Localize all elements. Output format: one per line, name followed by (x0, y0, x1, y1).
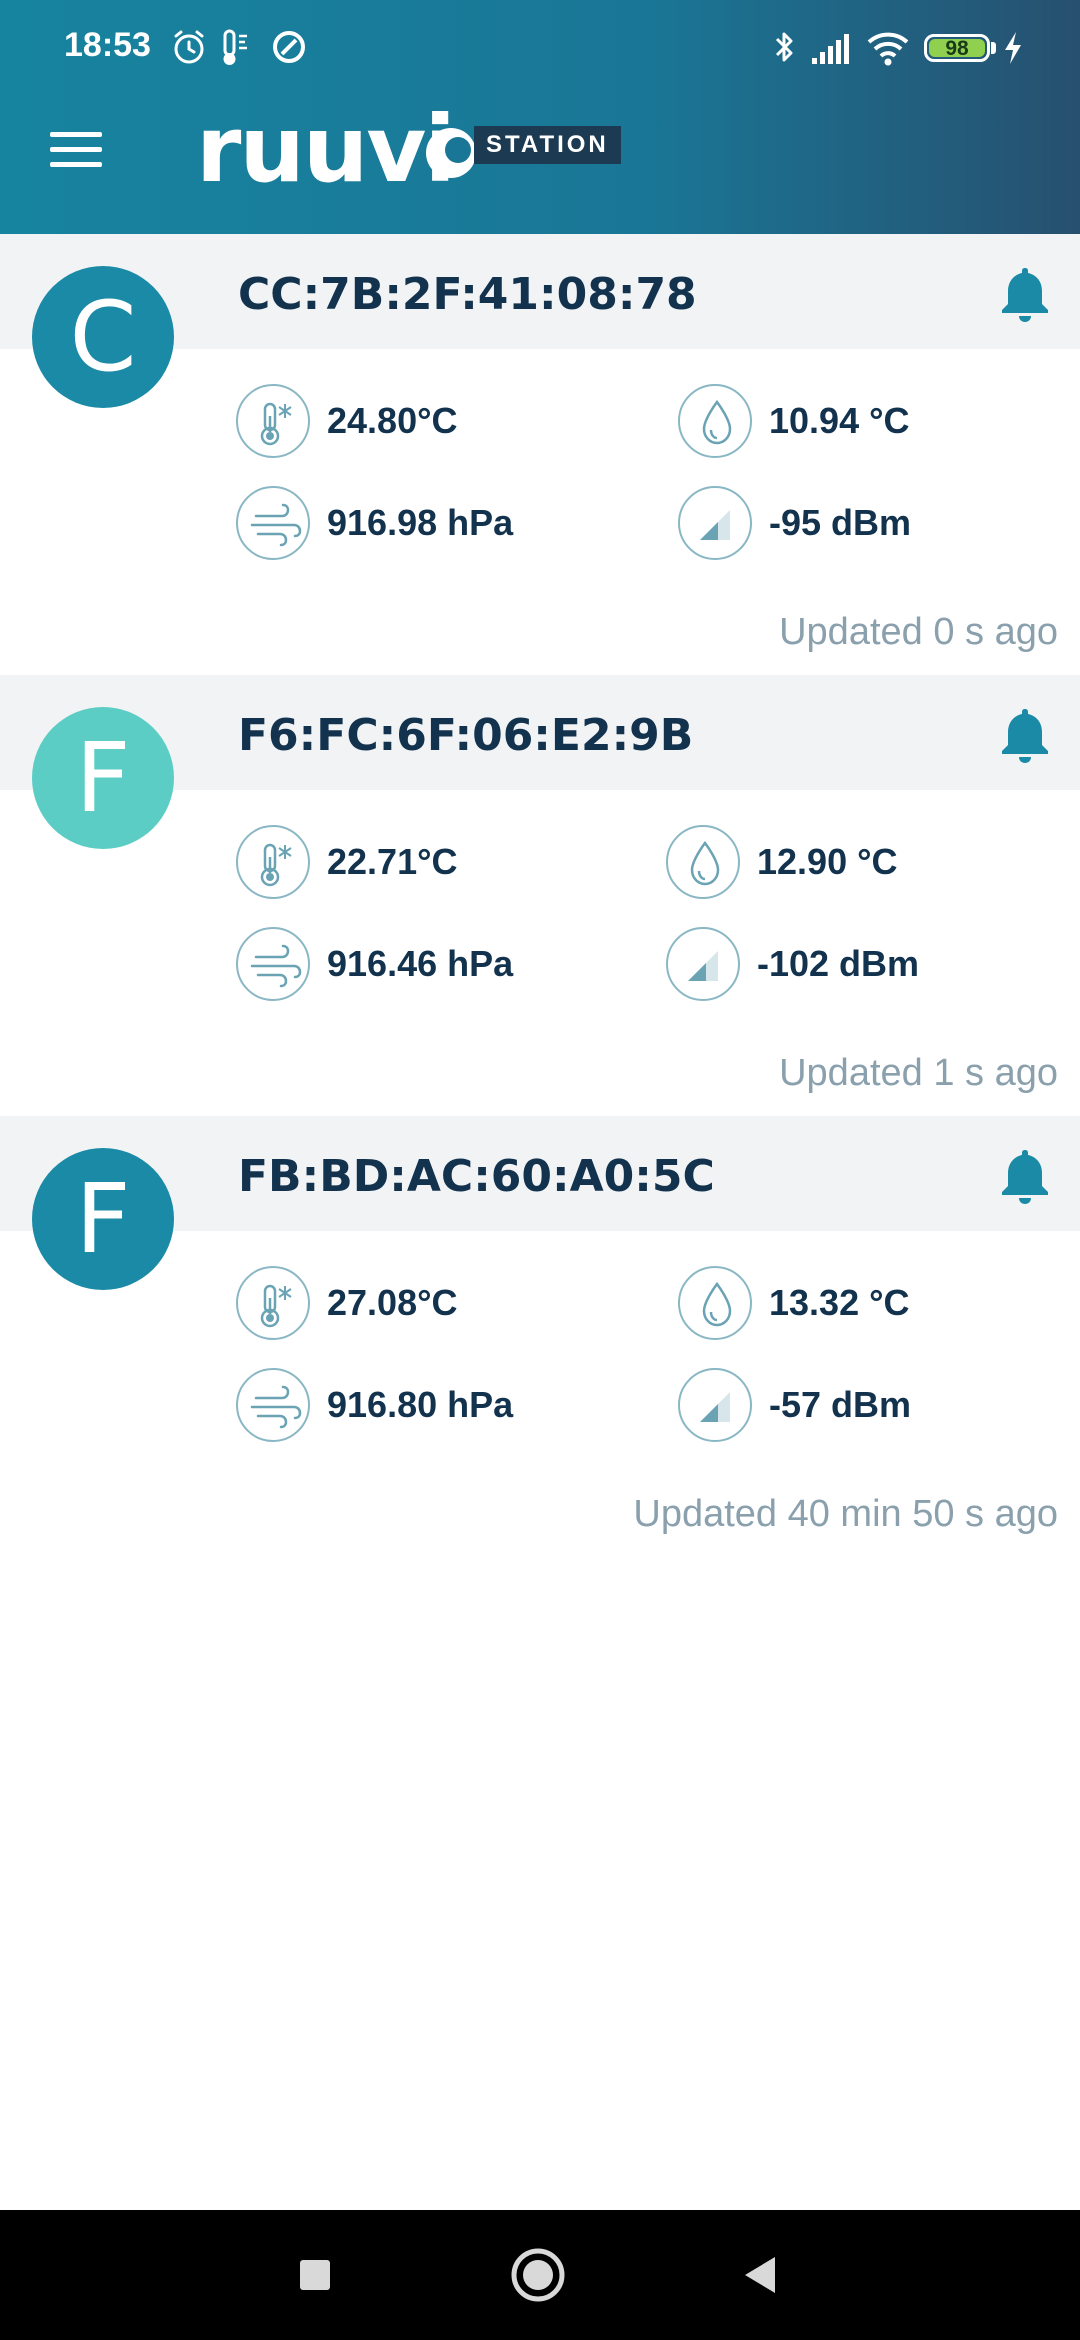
charging-icon (1005, 32, 1021, 64)
alarm-icon (174, 30, 204, 64)
logo-wordmark: ruuvi (196, 96, 456, 203)
last-updated-text: Updated 0 s ago (779, 611, 1058, 653)
signal-strength-value: -102 dBm (757, 943, 920, 984)
sensor-card-2[interactable]: F F6:FC:6F:06:E2:9B 22.71°C 12.90 °C 916… (0, 675, 1080, 1116)
sensor-name[interactable]: F6:FC:6F:06:E2:9B (238, 709, 693, 763)
signal-strength-icon (666, 927, 740, 1001)
wind-pressure-icon (236, 486, 310, 560)
water-drop-icon (678, 384, 752, 458)
alert-bell-icon[interactable] (998, 705, 1052, 765)
hamburger-menu-icon[interactable] (48, 130, 106, 170)
status-bar: 18:53 98 (0, 0, 1080, 96)
signal-strength-icon (678, 486, 752, 560)
status-time: 18:53 (64, 26, 151, 64)
bluetooth-icon (775, 32, 793, 62)
signal-strength-value: -95 dBm (769, 502, 912, 543)
temperature-value: 27.08°C (327, 1282, 458, 1323)
last-updated-text: Updated 40 min 50 s ago (633, 1493, 1058, 1535)
sensor-name[interactable]: FB:BD:AC:60:A0:5C (238, 1150, 715, 1204)
sensor-avatar[interactable]: F (32, 1148, 174, 1290)
thermometer-icon (223, 29, 247, 65)
sensor-card-1[interactable]: C CC:7B:2F:41:08:78 24.80°C 10.94 °C 916… (0, 234, 1080, 675)
last-updated-text: Updated 1 s ago (779, 1052, 1058, 1094)
pressure-value: 916.98 hPa (327, 502, 514, 543)
battery-tip (991, 42, 996, 54)
signal-strength-value: -57 dBm (769, 1384, 912, 1425)
signal-icon (812, 34, 849, 64)
temperature-icon (236, 1266, 310, 1340)
recents-square-icon[interactable] (285, 2245, 345, 2305)
alert-bell-icon[interactable] (998, 1146, 1052, 1206)
sensor-avatar[interactable]: F (32, 707, 174, 849)
water-drop-icon (666, 825, 740, 899)
logo-circle-icon (426, 128, 476, 178)
battery-icon: 98 (924, 34, 990, 62)
temperature-icon (236, 384, 310, 458)
sensor-avatar[interactable]: C (32, 266, 174, 408)
humidity-value: 12.90 °C (757, 841, 898, 882)
humidity-value: 10.94 °C (769, 400, 910, 441)
temperature-value: 22.71°C (327, 841, 458, 882)
water-drop-icon (678, 1266, 752, 1340)
wind-pressure-icon (236, 927, 310, 1001)
wind-pressure-icon (236, 1368, 310, 1442)
battery-level: 98 (945, 37, 969, 60)
pressure-value: 916.80 hPa (327, 1384, 514, 1425)
temperature-icon (236, 825, 310, 899)
system-nav-bar (0, 2210, 1080, 2340)
temperature-value: 24.80°C (327, 400, 458, 441)
sensor-card-3[interactable]: F FB:BD:AC:60:A0:5C 27.08°C 13.32 °C 916… (0, 1116, 1080, 1557)
alert-bell-icon[interactable] (998, 264, 1052, 324)
sync-icon (273, 31, 305, 63)
wifi-icon (867, 32, 909, 66)
logo-station-badge: STATION (474, 126, 621, 164)
humidity-value: 13.32 °C (769, 1282, 910, 1323)
home-circle-icon[interactable] (508, 2245, 568, 2305)
sensor-name[interactable]: CC:7B:2F:41:08:78 (238, 268, 697, 322)
back-triangle-icon[interactable] (731, 2245, 791, 2305)
app-header: 18:53 98 ruuvi STATION (0, 0, 1080, 234)
pressure-value: 916.46 hPa (327, 943, 514, 984)
signal-strength-icon (678, 1368, 752, 1442)
